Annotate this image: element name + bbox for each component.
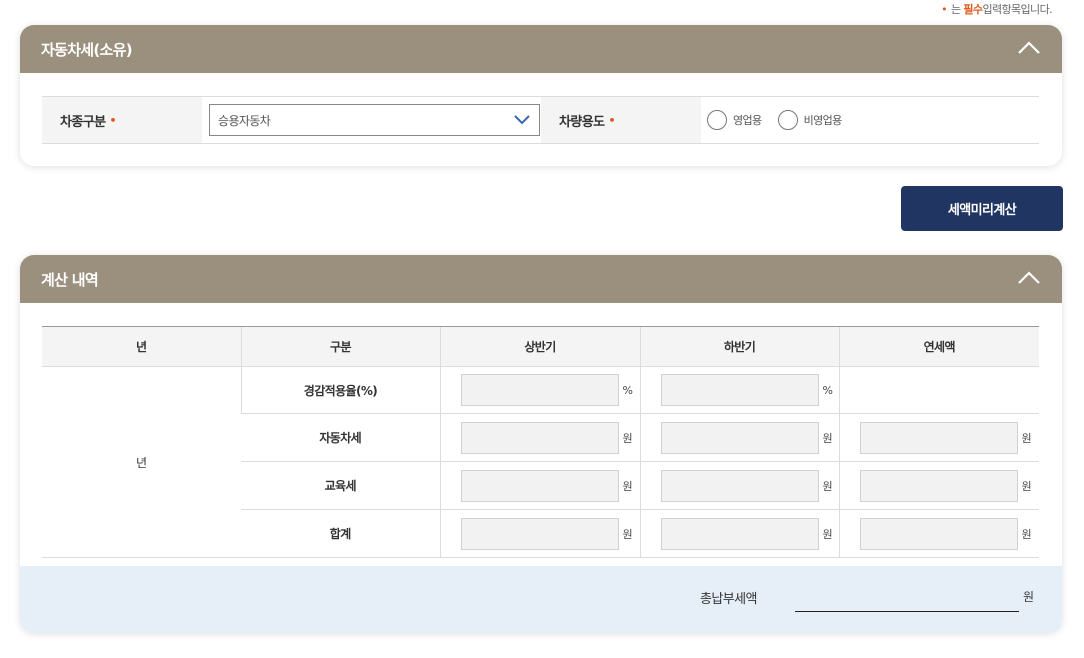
year-cell: 년 <box>42 366 241 558</box>
required-fields-note: • 는 필수입력항목입니다. <box>941 1 1053 17</box>
ownership-panel-header: 자동차세(소유) <box>20 25 1062 73</box>
required-mark: • <box>109 113 116 127</box>
chevron-down-icon <box>513 113 531 128</box>
sum-first-half-input[interactable] <box>460 517 619 550</box>
unit-label: % <box>822 383 833 397</box>
radio-non-business-use[interactable]: 비영업용 <box>777 110 843 130</box>
column-header-first-half: 상반기 <box>439 326 640 367</box>
education-tax-annual-input[interactable] <box>859 469 1018 502</box>
unit-label: 원 <box>1021 527 1032 541</box>
column-header-annual: 연세액 <box>838 326 1039 367</box>
reduction-rate-first-half-input[interactable] <box>460 374 619 406</box>
radio-non-business-use-label: 비영업용 <box>803 114 843 127</box>
required-note-prefix: 는 <box>950 3 961 16</box>
education-tax-first-half-input[interactable] <box>460 469 619 502</box>
column-header-category: 구분 <box>240 326 440 367</box>
vehicle-tax-first-half-input[interactable] <box>460 421 619 454</box>
result-panel-header: 계산 내역 <box>20 255 1062 303</box>
chevron-up-icon[interactable] <box>1016 266 1042 292</box>
unit-label: 원 <box>822 479 833 493</box>
required-mark: • <box>608 113 615 127</box>
unit-label: 원 <box>822 527 833 541</box>
unit-label: 원 <box>822 431 833 445</box>
vehicle-use-label: 차량용도 • <box>541 97 701 143</box>
unit-label: 원 <box>622 527 633 541</box>
calculate-tax-button[interactable]: 세액미리계산 <box>901 186 1063 231</box>
annual-cell: 원 <box>838 413 1039 462</box>
first-half-cell: 원 <box>439 461 640 510</box>
annual-cell-empty <box>838 366 1039 414</box>
first-half-cell: 원 <box>439 509 640 558</box>
second-half-cell: 원 <box>639 413 839 462</box>
required-bullet: • <box>941 3 947 16</box>
vehicle-type-cell: 승용자동차 <box>202 97 541 143</box>
vehicle-type-label: 차종구분 • <box>42 97 202 143</box>
total-tax-bar: 총납부세액 원 <box>20 566 1062 633</box>
radio-circle-icon[interactable] <box>707 110 727 130</box>
annual-cell: 원 <box>838 461 1039 510</box>
calculation-table: 년 구분 상반기 하반기 연세액 년 경감적용율(%) % % 자동차세 원 원… <box>42 326 1039 558</box>
sum-second-half-input[interactable] <box>660 517 819 550</box>
vehicle-type-select[interactable]: 승용자동차 <box>209 104 540 136</box>
chevron-up-icon[interactable] <box>1016 36 1042 62</box>
reduction-rate-second-half-input[interactable] <box>660 374 819 406</box>
row-label-sum: 합계 <box>241 509 440 558</box>
unit-label: % <box>622 383 633 397</box>
second-half-cell: 원 <box>639 461 839 510</box>
first-half-cell: 원 <box>439 413 640 462</box>
column-header-year: 년 <box>42 326 241 367</box>
second-half-cell: 원 <box>639 509 839 558</box>
table-header-row: 년 구분 상반기 하반기 연세액 <box>42 326 1039 367</box>
required-note-emphasis: 필수 <box>963 3 983 16</box>
total-tax-unit: 원 <box>1023 590 1035 604</box>
vehicle-type-label-text: 차종구분 <box>60 114 106 130</box>
row-label-education-tax: 교육세 <box>241 461 440 510</box>
radio-business-use-label: 영업용 <box>733 114 762 127</box>
annual-cell: 원 <box>838 509 1039 558</box>
total-tax-value-field[interactable] <box>795 611 1019 612</box>
vehicle-type-selected-value: 승용자동차 <box>218 113 271 128</box>
radio-business-use[interactable]: 영업용 <box>707 110 762 130</box>
vehicle-use-label-text: 차량용도 <box>559 114 605 130</box>
ownership-tax-panel: 자동차세(소유) 차종구분 • 승용자동차 차량용도 • 영업용 비영업용 <box>20 25 1062 166</box>
unit-label: 원 <box>1021 479 1032 493</box>
vehicle-form-row: 차종구분 • 승용자동차 차량용도 • 영업용 비영업용 <box>42 96 1039 144</box>
unit-label: 원 <box>622 431 633 445</box>
table-row: 년 경감적용율(%) % % <box>42 366 1039 558</box>
unit-label: 원 <box>1021 431 1032 445</box>
second-half-cell: % <box>639 366 839 414</box>
sum-annual-input[interactable] <box>859 517 1018 550</box>
first-half-cell: % <box>439 366 640 414</box>
vehicle-tax-annual-input[interactable] <box>859 421 1018 454</box>
column-header-second-half: 하반기 <box>639 326 839 367</box>
total-tax-label: 총납부세액 <box>700 592 757 607</box>
unit-label: 원 <box>622 479 633 493</box>
education-tax-second-half-input[interactable] <box>660 469 819 502</box>
result-panel-title: 계산 내역 <box>41 270 99 289</box>
required-note-suffix: 입력항목입니다. <box>982 3 1052 16</box>
radio-circle-icon[interactable] <box>777 110 798 130</box>
row-label-reduction-rate: 경감적용율(%) <box>240 366 440 414</box>
calculation-result-panel: 계산 내역 년 구분 상반기 하반기 연세액 년 경감적용율(%) % % 자동… <box>20 255 1062 633</box>
ownership-panel-title: 자동차세(소유) <box>41 40 133 59</box>
vehicle-tax-second-half-input[interactable] <box>660 421 819 454</box>
row-label-vehicle-tax: 자동차세 <box>241 413 440 462</box>
vehicle-use-options: 영업용 비영업용 <box>701 97 842 143</box>
